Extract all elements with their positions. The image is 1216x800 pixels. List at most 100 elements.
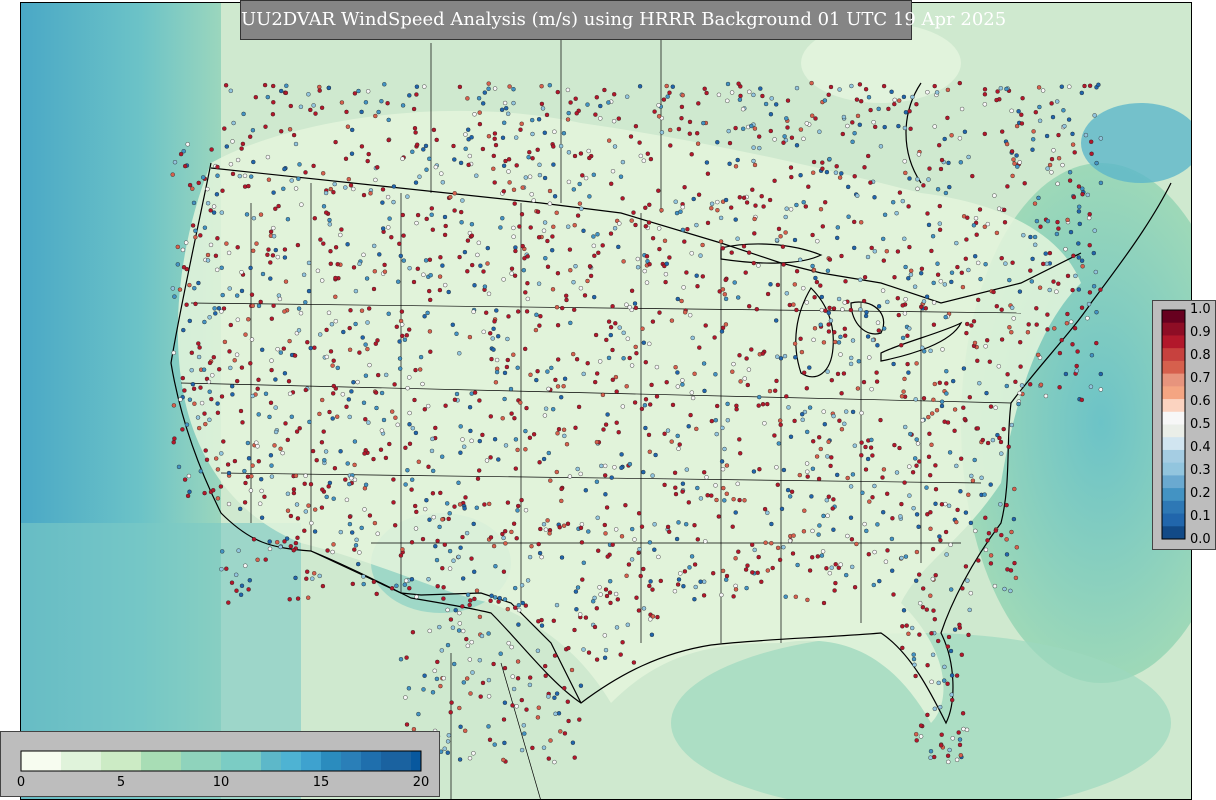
- station-dot: [743, 567, 749, 572]
- station-dot: [737, 195, 742, 200]
- station-dot: [381, 417, 387, 423]
- station-dot: [497, 595, 502, 601]
- station-dot: [720, 425, 725, 431]
- station-dot: [736, 549, 741, 554]
- station-dot: [955, 507, 960, 513]
- station-dot: [386, 225, 391, 230]
- station-dot: [635, 265, 641, 270]
- station-dot: [594, 479, 600, 484]
- station-dot: [171, 350, 176, 355]
- station-dot: [254, 440, 259, 445]
- station-dot: [542, 413, 548, 418]
- station-dot: [472, 390, 478, 395]
- station-dot: [1037, 285, 1043, 290]
- station-dot: [751, 260, 756, 266]
- station-dot: [967, 395, 972, 400]
- station-dot: [423, 143, 429, 149]
- station-dot: [312, 529, 318, 534]
- station-dot: [385, 194, 391, 200]
- station-dot: [265, 252, 270, 258]
- station-dot: [715, 199, 720, 205]
- station-dot: [367, 513, 373, 518]
- station-dot: [459, 220, 464, 225]
- station-dot: [268, 276, 273, 281]
- station-dot: [564, 297, 569, 303]
- station-dot: [692, 371, 697, 376]
- station-dot: [625, 336, 630, 341]
- station-dot: [1014, 545, 1019, 550]
- station-dot: [401, 233, 406, 238]
- station-dot: [750, 542, 755, 547]
- station-dot: [884, 248, 889, 254]
- station-dot: [745, 563, 750, 568]
- station-dot: [921, 183, 926, 188]
- station-dot: [463, 728, 468, 733]
- station-dot: [964, 330, 969, 336]
- station-dot: [558, 729, 563, 734]
- station-dot: [565, 87, 571, 93]
- station-dot: [209, 396, 214, 402]
- station-dot: [918, 601, 923, 606]
- station-dot: [447, 511, 452, 516]
- wind-speed-map: [20, 2, 1192, 800]
- station-dot: [511, 234, 516, 239]
- station-dot: [904, 623, 909, 628]
- station-dot: [511, 352, 516, 357]
- station-dot: [932, 124, 937, 129]
- station-dot: [914, 101, 919, 107]
- station-dot: [760, 402, 766, 407]
- station-dot: [957, 622, 962, 627]
- station-dot: [999, 451, 1004, 456]
- station-dot: [477, 121, 483, 127]
- station-dot: [925, 663, 930, 668]
- station-dot: [859, 410, 864, 416]
- station-dot: [594, 95, 599, 100]
- station-dot: [875, 522, 880, 527]
- station-dot: [499, 107, 505, 113]
- station-dot: [235, 317, 241, 322]
- station-dot: [988, 404, 994, 409]
- station-dot: [890, 568, 895, 573]
- station-dot: [765, 291, 771, 297]
- station-dot: [435, 659, 440, 665]
- station-dot: [407, 266, 412, 271]
- station-dot: [930, 233, 936, 239]
- station-dot: [716, 514, 721, 519]
- station-dot: [215, 410, 221, 415]
- station-dot: [373, 113, 378, 119]
- station-dot: [776, 226, 782, 232]
- station-dot: [783, 594, 788, 599]
- station-dot: [180, 427, 185, 432]
- station-dot: [587, 194, 592, 199]
- station-dot: [208, 242, 214, 248]
- station-dot: [458, 724, 463, 729]
- station-dot: [782, 134, 787, 139]
- station-dot: [931, 300, 937, 305]
- station-dot: [462, 444, 467, 449]
- station-dot: [619, 534, 625, 539]
- station-dot: [934, 90, 940, 95]
- station-dot: [721, 485, 726, 491]
- station-dot: [963, 564, 969, 569]
- station-dot: [746, 250, 752, 255]
- station-dot: [486, 81, 491, 86]
- station-dot: [998, 85, 1003, 91]
- station-dot: [578, 471, 583, 477]
- station-dot: [801, 136, 806, 142]
- station-dot: [578, 683, 584, 688]
- station-dot: [270, 253, 276, 258]
- station-dot: [542, 175, 548, 181]
- station-dot: [744, 356, 749, 361]
- station-dot: [347, 481, 352, 487]
- station-dot: [452, 157, 457, 162]
- station-dot: [558, 143, 564, 149]
- station-dot: [435, 584, 440, 589]
- station-dot: [713, 483, 718, 488]
- station-dot: [742, 376, 747, 381]
- station-dot: [587, 155, 592, 161]
- station-dot: [816, 476, 822, 482]
- station-dot: [785, 98, 791, 103]
- colorbar-tick-label: 0.5: [1190, 417, 1211, 432]
- station-dot: [1055, 181, 1060, 187]
- station-dot: [999, 255, 1004, 261]
